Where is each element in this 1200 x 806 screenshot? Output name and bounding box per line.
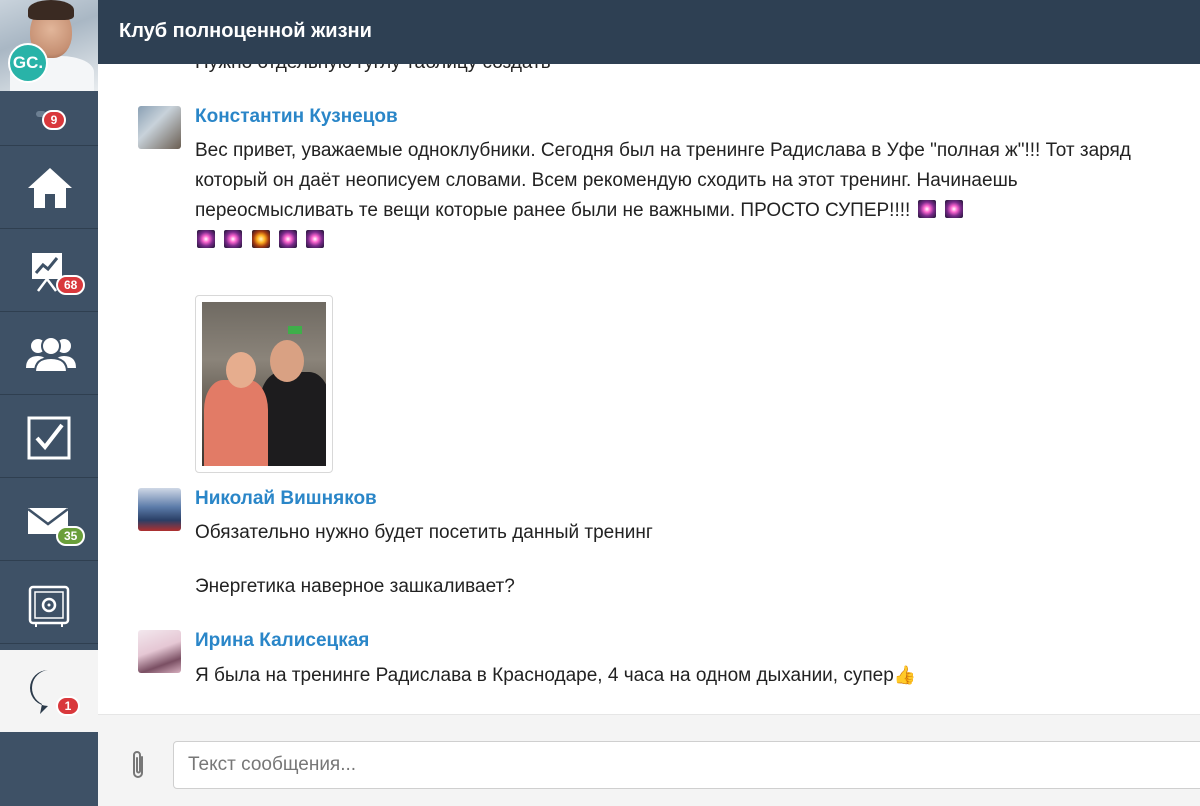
message-text: Я была на тренинге Радислава в Краснодар… [195,660,1155,691]
sidebar-item-chat[interactable]: 1 [0,650,98,732]
attached-photo-image [202,302,326,466]
profile-avatar[interactable]: GC. [0,0,98,91]
sidebar-item-tasks[interactable] [0,395,98,478]
sidebar-item-safe[interactable] [0,561,98,644]
mail-badge: 35 [56,526,86,546]
fireworks-emoji-icon [251,230,270,248]
author-avatar[interactable] [138,630,181,673]
paperclip-icon[interactable] [128,749,148,781]
fireworks-emoji-icon [917,200,936,218]
author-avatar[interactable] [138,488,181,531]
home-icon [28,168,72,208]
fireworks-emoji-icon [278,230,297,248]
chat-badge: 1 [56,696,80,716]
message-text: Вес привет, уважаемые одноклубники. Сего… [195,136,1155,256]
checkbox-icon [27,416,71,460]
fireworks-emoji-icon [306,230,325,248]
page-title: Клуб полноценной жизни [119,20,372,42]
sidebar-item-mail[interactable]: 35 [0,478,98,561]
message-text: Обязательно нужно будет посетить данный … [195,522,653,543]
sidebar-item-people[interactable] [0,312,98,395]
sidebar-item-stats[interactable]: 68 [0,229,98,312]
message-composer [98,714,1200,806]
fireworks-emoji-icon [224,230,243,248]
thumbs-up-emoji-icon: 👍 [893,665,917,685]
notifications-badge: 9 [42,110,66,130]
message-text-content: Вес привет, уважаемые одноклубники. Сего… [195,140,1131,221]
club-logo-badge: GC. [8,43,48,83]
message-text: Энергетика наверное зашкаливает? [195,576,515,597]
safe-icon [28,585,70,627]
fireworks-emoji-icon [944,200,963,218]
message-author[interactable]: Константин Кузнецов [195,106,398,128]
attached-photo[interactable] [195,295,333,473]
message-input[interactable] [173,741,1200,789]
fireworks-emoji-icon [197,230,215,248]
author-avatar[interactable] [138,106,181,149]
message-feed[interactable]: Нужно отдельную гуглу таблицу создать Ко… [98,64,1200,714]
sidebar: GC. 9 68 35 1 [0,0,98,806]
users-icon [26,336,76,373]
clipped-message-text: Нужно отдельную гуглу таблицу создать [195,64,551,74]
message-text-content: Я была на тренинге Радислава в Краснодар… [195,665,894,686]
message-author[interactable]: Ирина Калисецкая [195,630,369,652]
sidebar-item-home[interactable] [0,146,98,229]
stats-badge: 68 [56,275,86,295]
message-author[interactable]: Николай Вишняков [195,488,377,510]
sidebar-item-notifications[interactable]: 9 [0,91,98,146]
chat-header: Клуб полноценной жизни [98,0,1200,64]
